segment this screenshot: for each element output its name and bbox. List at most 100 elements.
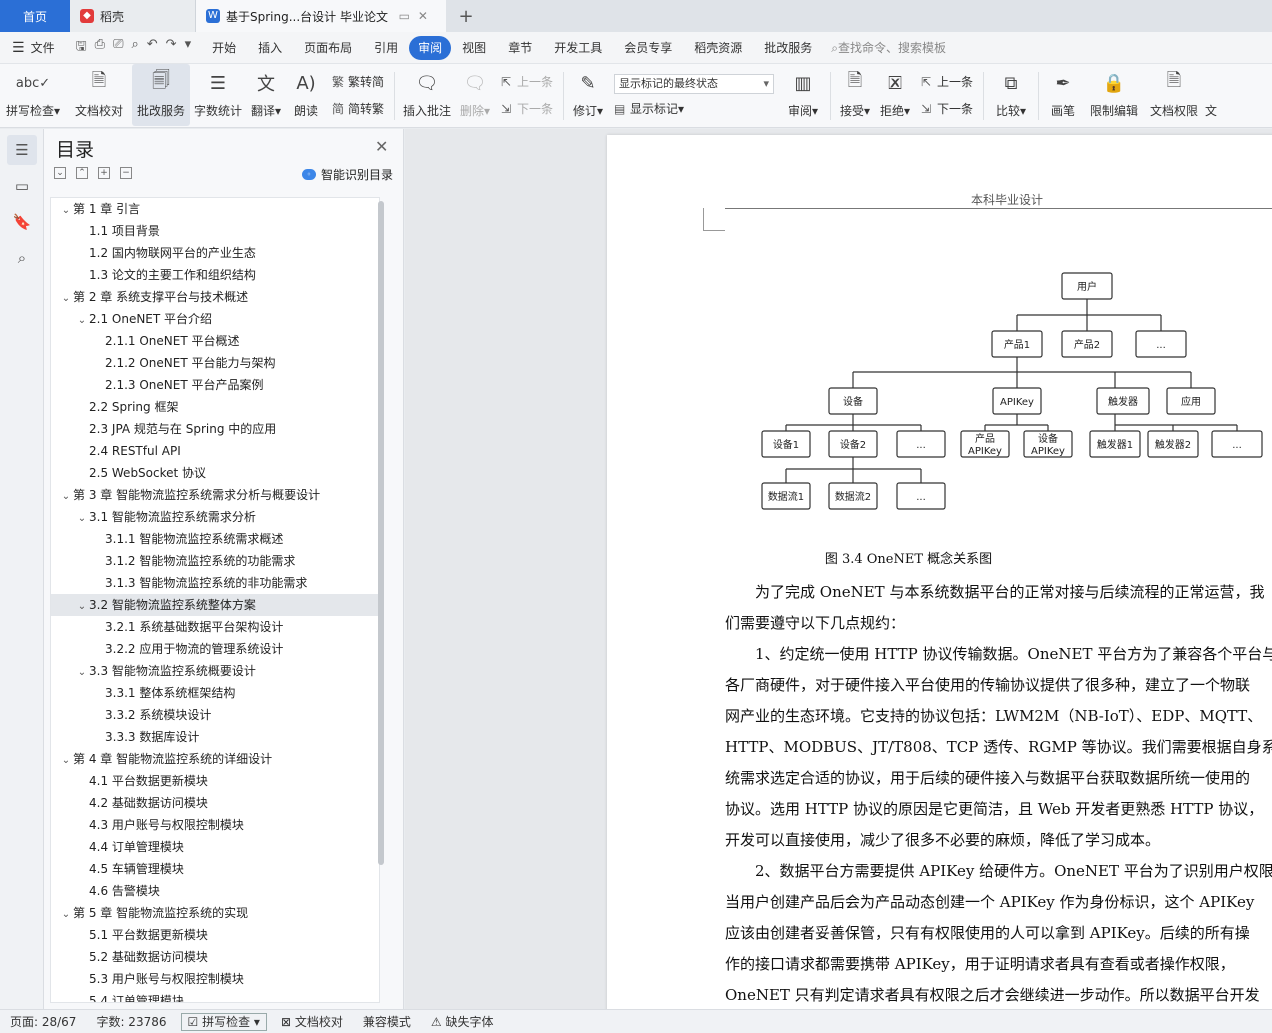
add-icon[interactable]: + [98,167,110,179]
delete-comment-button[interactable]: 🗨 删除▾ [455,64,495,126]
tab-close-icon[interactable]: ▭✕ [399,9,436,23]
chevron-down-icon[interactable]: ⌄ [75,310,89,332]
revise-button[interactable]: ✎ 修订▾ [568,64,608,126]
toc-item[interactable]: 3.1.2 智能物流监控系统的功能需求 [51,550,379,572]
toc-item[interactable]: ⌄ 3.3 智能物流监控系统概要设计 [51,660,379,682]
toc-item[interactable]: 2.4 RESTful API [51,440,379,462]
page-indicator[interactable]: 页面: 28/67 [0,1013,86,1030]
menu-page-layout[interactable]: 页面布局 [293,36,363,60]
accept-button[interactable]: 🗎 接受▾ [835,64,875,126]
toc-item[interactable]: 5.2 基础数据访问模块 [51,946,379,968]
review-pane-button[interactable]: ▥ 审阅▾ [780,64,826,126]
toc-item[interactable]: ⌄ 3.1 智能物流监控系统需求分析 [51,506,379,528]
toc-nav-icon[interactable]: ☰ [7,135,37,165]
menu-member[interactable]: 会员专享 [613,36,683,60]
menu-dev-tools[interactable]: 开发工具 [543,36,613,60]
toc-item[interactable]: ⌄ 3.2 智能物流监控系统整体方案 [51,594,379,616]
prev-revision-button[interactable]: ⇱ 上一条 [921,73,973,90]
collapse-icon[interactable]: ⌃ [76,167,88,179]
toc-item[interactable]: 4.4 订单管理模块 [51,836,379,858]
print-icon[interactable]: ⎚ [113,37,123,59]
toc-item[interactable]: 2.2 Spring 框架 [51,396,379,418]
status-spell-check[interactable]: ☑ 拼写检查 ▾ [180,1012,267,1031]
toc-item[interactable]: 3.1.3 智能物流监控系统的非功能需求 [51,572,379,594]
read-aloud-button[interactable]: A) 朗读 [286,64,326,126]
translate-button[interactable]: 文翻译▾ [246,64,286,126]
hamburger-icon[interactable]: ☰ [12,40,25,56]
word-count[interactable]: 字数: 23786 [86,1013,176,1030]
toc-item[interactable]: 4.2 基础数据访问模块 [51,792,379,814]
missing-font[interactable]: ⚠ 缺失字体 [421,1013,504,1030]
toc-item[interactable]: 3.3.2 系统模块设计 [51,704,379,726]
toc-item[interactable]: 2.3 JPA 规范与在 Spring 中的应用 [51,418,379,440]
tab-home[interactable]: 首页 [0,0,70,32]
chevron-down-icon[interactable]: ⌄ [59,486,73,508]
status-doc-proof[interactable]: ⊠ 文档校对 [271,1013,353,1030]
chevron-down-icon[interactable]: ⌄ [75,662,89,684]
trad-to-simp-button[interactable]: 繁繁转简 [332,73,384,90]
undo-icon[interactable]: ↶ [147,37,158,59]
show-markup-button[interactable]: ▤ 显示标记▾ [614,100,774,117]
toc-item[interactable]: 4.5 车辆管理模块 [51,858,379,880]
smart-toc-button[interactable]: ◦ 智能识别目录 [302,166,393,183]
toc-item[interactable]: 1.3 论文的主要工作和组织结构 [51,264,379,286]
toc-item[interactable]: 2.1.2 OneNET 平台能力与架构 [51,352,379,374]
next-revision-button[interactable]: ⇲ 下一条 [921,100,973,117]
chevron-down-icon[interactable]: ⌄ [59,904,73,926]
bookmark-icon[interactable]: 🔖 [7,207,37,237]
menu-daoke-resources[interactable]: 稻壳资源 [683,36,753,60]
chapter-nav-icon[interactable]: ▭ [7,171,37,201]
toc-item[interactable]: 3.2.2 应用于物流的管理系统设计 [51,638,379,660]
toc-item[interactable]: ⌄ 第 1 章 引言 [51,198,379,220]
reject-button[interactable]: 🗷 拒绝▾ [875,64,915,126]
menu-file[interactable]: 文件 [29,36,66,60]
more-ribbon-button[interactable]: 文 [1203,64,1219,126]
toc-item[interactable]: ⌄ 第 2 章 系统支撑平台与技术概述 [51,286,379,308]
toc-item[interactable]: 3.2.1 系统基础数据平台架构设计 [51,616,379,638]
toc-item[interactable]: 5.3 用户账号与权限控制模块 [51,968,379,990]
toc-item[interactable]: 5.1 平台数据更新模块 [51,924,379,946]
menu-chapter[interactable]: 章节 [497,36,543,60]
toc-item[interactable]: ⌄ 2.1 OneNET 平台介绍 [51,308,379,330]
restrict-edit-button[interactable]: 🔒 限制编辑 [1083,64,1145,126]
expand-icon[interactable]: ⌄ [54,167,66,179]
toc-item[interactable]: 3.3.3 数据库设计 [51,726,379,748]
menu-reference[interactable]: 引用 [363,36,409,60]
toc-item[interactable]: ⌄ 第 3 章 智能物流监控系统需求分析与概要设计 [51,484,379,506]
menu-review[interactable]: 审阅 [409,35,452,60]
chevron-down-icon[interactable]: ⌄ [59,288,73,310]
toc-item[interactable]: 3.1.1 智能物流监控系统需求概述 [51,528,379,550]
redo-icon[interactable]: ↷ [166,37,177,59]
save-icon[interactable]: 🖫 [76,37,87,59]
menu-correct-service[interactable]: 批改服务 [753,36,823,60]
toc-item[interactable]: 1.1 项目背景 [51,220,379,242]
toc-item[interactable]: 2.1.3 OneNET 平台产品案例 [51,374,379,396]
correct-service-button[interactable]: 🗐 批改服务 [132,64,190,126]
document-page[interactable]: 本科毕业设计 用户 产品1 产品2 ... 设备 APIKey 触发器 应用 设… [607,135,1272,1009]
next-comment-button[interactable]: ⇲ 下一条 [501,100,553,117]
doc-permission-button[interactable]: 🗎 文档权限 [1145,64,1203,126]
insert-comment-button[interactable]: 🗨 插入批注 [399,64,455,126]
remove-icon[interactable]: − [120,167,132,179]
toc-item[interactable]: 3.3.1 整体系统框架结构 [51,682,379,704]
chevron-down-icon[interactable]: ⌄ [59,750,73,772]
new-tab-button[interactable]: + [446,0,486,32]
menu-insert[interactable]: 插入 [247,36,293,60]
chevron-down-icon[interactable]: ⌄ [75,596,89,618]
more-icon[interactable]: ▾ [185,37,192,59]
tab-document[interactable]: W 基于Spring...台设计 毕业论文 ▭✕ [196,0,446,32]
doc-proof-button[interactable]: 🗎 文档校对 [66,64,132,126]
prev-comment-button[interactable]: ⇱ 上一条 [501,73,553,90]
toc-item[interactable]: 1.2 国内物联网平台的产业生态 [51,242,379,264]
compare-button[interactable]: ⧉ 比较▾ [988,64,1034,126]
toc-item[interactable]: 4.1 平台数据更新模块 [51,770,379,792]
menu-start[interactable]: 开始 [201,36,247,60]
toc-item[interactable]: ⌄ 第 4 章 智能物流监控系统的详细设计 [51,748,379,770]
toc-item[interactable]: 2.1.1 OneNET 平台概述 [51,330,379,352]
close-icon[interactable]: ✕ [375,137,388,156]
preview-icon[interactable]: ⌕ [131,37,138,59]
chevron-down-icon[interactable]: ⌄ [75,508,89,530]
markup-state-select[interactable]: 显示标记的最终状态 [614,74,775,94]
export-pdf-icon[interactable]: ⎙ [95,37,105,59]
spell-check-button[interactable]: abc✓ 拼写检查▾ [0,64,66,126]
